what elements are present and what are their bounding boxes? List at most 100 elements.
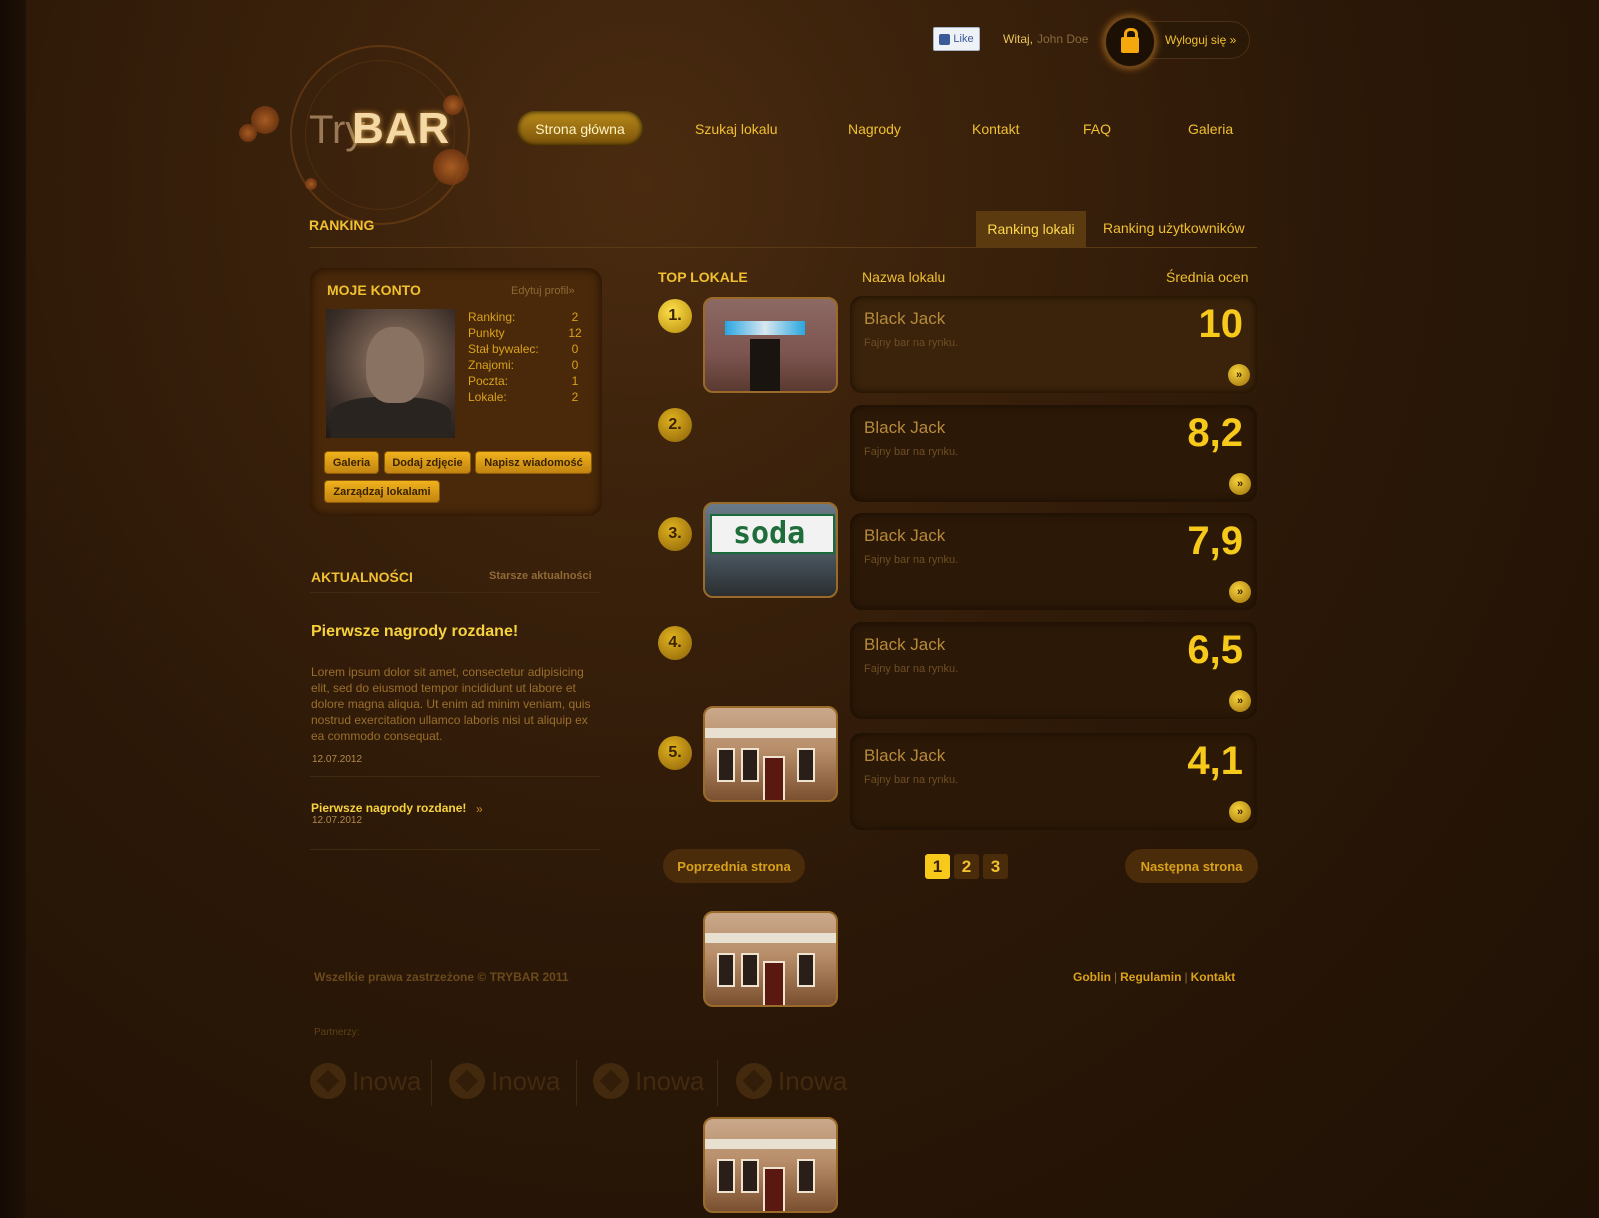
news-link-date: 12.07.2012 xyxy=(312,815,363,826)
lock-button[interactable] xyxy=(1104,16,1156,68)
footer-link-terms[interactable]: Regulamin xyxy=(1120,970,1181,984)
nav-item-awards[interactable]: Nagrody xyxy=(848,121,901,137)
rank-badge: 5. xyxy=(658,736,692,770)
welcome-text: Witaj, John Doe xyxy=(1003,32,1088,46)
logout-link[interactable]: Wyloguj się » xyxy=(1165,33,1236,47)
rank-badge: 2. xyxy=(658,408,692,442)
partners-label: Partnerzy: xyxy=(314,1027,360,1038)
footer-link-contact[interactable]: Kontakt xyxy=(1191,970,1236,984)
venue-description: Fajny bar na rynku. xyxy=(864,446,959,458)
page-number-3[interactable]: 3 xyxy=(983,854,1008,879)
news-headline[interactable]: Pierwsze nagrody rozdane! xyxy=(311,623,518,641)
edit-profile-link[interactable]: Edytuj profil» xyxy=(511,285,575,297)
news-link-arrow[interactable]: » xyxy=(476,802,483,816)
partner-divider xyxy=(576,1060,577,1106)
partner-divider xyxy=(431,1060,432,1106)
nav-item-search[interactable]: Szukaj lokalu xyxy=(695,121,778,137)
write-message-button[interactable]: Napisz wiadomość xyxy=(475,451,592,474)
partner-logo-icon xyxy=(736,1063,772,1099)
venue-description: Fajny bar na rynku. xyxy=(864,554,959,566)
news-divider xyxy=(310,592,600,593)
venue-details-arrow[interactable]: » xyxy=(1229,581,1251,603)
venue-door xyxy=(763,1167,785,1211)
venue-details-arrow[interactable]: » xyxy=(1229,473,1251,495)
rank-badge: 3. xyxy=(658,517,692,551)
venue-door xyxy=(763,961,785,1005)
column-header-name: Nazwa lokalu xyxy=(862,269,946,285)
rank-badge: 1. xyxy=(658,299,692,333)
nav-item-home[interactable]: Strona główna xyxy=(517,111,643,146)
manage-venues-button[interactable]: Zarządzaj lokalami xyxy=(324,480,440,503)
nav-item-gallery[interactable]: Galeria xyxy=(1188,121,1233,137)
venue-name[interactable]: Black Jack xyxy=(864,309,945,329)
partner-logo[interactable]: Inowa xyxy=(449,1063,560,1099)
venue-thumbnail[interactable] xyxy=(703,297,838,393)
venue-description: Fajny bar na rynku. xyxy=(864,337,959,349)
partner-logo[interactable]: Inowa xyxy=(593,1063,704,1099)
partner-logo[interactable]: Inowa xyxy=(736,1063,847,1099)
venue-name[interactable]: Black Jack xyxy=(864,635,945,655)
gallery-button[interactable]: Galeria xyxy=(324,451,379,474)
nav-item-contact[interactable]: Kontakt xyxy=(972,121,1019,137)
partner-logo[interactable]: Inowa xyxy=(310,1063,421,1099)
partner-name: Inowa xyxy=(491,1065,561,1096)
facebook-like-button[interactable]: Like xyxy=(933,27,980,51)
tab-user-ranking[interactable]: Ranking użytkowników xyxy=(1103,220,1245,236)
venue-name[interactable]: Black Jack xyxy=(864,746,945,766)
venue-details-arrow[interactable]: » xyxy=(1228,364,1250,386)
logo-bubble-decoration xyxy=(433,149,469,185)
partner-divider xyxy=(717,1060,718,1106)
copyright-text: Wszelkie prawa zastrzeżone © TRYBAR 2011 xyxy=(314,970,569,984)
previous-page-button[interactable]: Poprzednia strona xyxy=(663,849,805,883)
stat-value-mail: 1 xyxy=(571,374,579,388)
top-venues-title: TOP LOKALE xyxy=(658,269,748,285)
venue-sign xyxy=(725,321,805,335)
venue-thumbnail[interactable] xyxy=(703,911,838,1007)
footer-links: Goblin | Regulamin | Kontakt xyxy=(1073,970,1235,984)
partner-logo-icon xyxy=(593,1063,629,1099)
account-title: MOJE KONTO xyxy=(327,282,421,298)
venue-window xyxy=(741,953,759,987)
avatar[interactable] xyxy=(326,309,455,438)
venue-thumbnail[interactable] xyxy=(703,706,838,802)
footer-link-goblin[interactable]: Goblin xyxy=(1073,970,1111,984)
tab-venue-ranking[interactable]: Ranking lokali xyxy=(976,211,1086,247)
venue-thumbnail[interactable]: soda xyxy=(703,502,838,598)
venue-score: 4,1 xyxy=(1187,739,1243,783)
partner-name: Inowa xyxy=(778,1065,848,1096)
venue-score: 7,9 xyxy=(1187,519,1243,563)
venue-window xyxy=(717,953,735,987)
logo-bubble-decoration xyxy=(305,178,317,190)
stat-label-friends: Znajomi: xyxy=(468,358,515,372)
venue-window xyxy=(797,1159,815,1193)
venue-details-arrow[interactable]: » xyxy=(1229,801,1251,823)
venue-details-arrow[interactable]: » xyxy=(1229,690,1251,712)
venue-name[interactable]: Black Jack xyxy=(864,418,945,438)
footer-link-separator: | xyxy=(1184,970,1188,984)
page-number-2[interactable]: 2 xyxy=(954,854,979,879)
venue-window xyxy=(717,1159,735,1193)
page-number-1[interactable]: 1 xyxy=(925,854,950,879)
news-link[interactable]: Pierwsze nagrody rozdane! xyxy=(311,801,466,815)
nav-item-faq[interactable]: FAQ xyxy=(1083,121,1111,137)
page-title: RANKING xyxy=(309,217,375,233)
venue-name[interactable]: Black Jack xyxy=(864,526,945,546)
partner-name: Inowa xyxy=(635,1065,705,1096)
older-news-link[interactable]: Starsze aktualności xyxy=(489,570,592,582)
logo-bar[interactable]: BAR xyxy=(352,104,450,154)
next-page-button[interactable]: Następna strona xyxy=(1125,849,1258,883)
venue-window xyxy=(741,748,759,782)
venue-door xyxy=(750,339,780,391)
venue-door xyxy=(763,756,785,800)
news-body: Lorem ipsum dolor sit amet, consectetur … xyxy=(311,665,591,743)
venue-thumbnail[interactable] xyxy=(703,1117,838,1213)
thumbs-up-icon xyxy=(939,33,951,45)
add-photo-button[interactable]: Dodaj zdjęcie xyxy=(384,451,471,474)
stat-value-points: 12 xyxy=(568,326,582,340)
news-divider xyxy=(310,776,600,777)
stat-label-venues: Lokale: xyxy=(468,390,507,404)
logo-bubble-decoration xyxy=(239,124,257,142)
stat-label-mail: Poczta: xyxy=(468,374,509,388)
venue-window xyxy=(797,953,815,987)
stat-label-ranking: Ranking: xyxy=(468,310,516,324)
